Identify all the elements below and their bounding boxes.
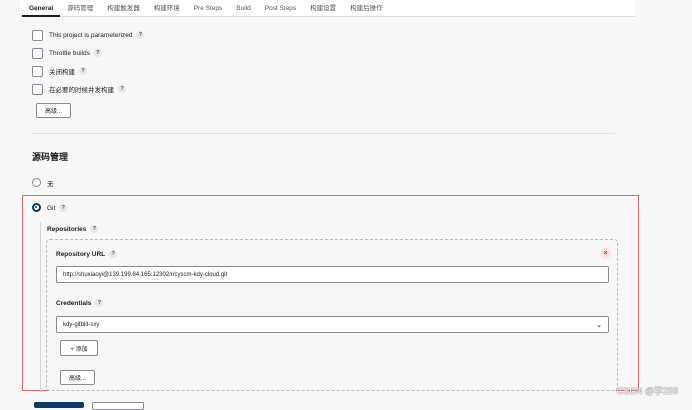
parameterized-checkbox[interactable]	[32, 29, 43, 41]
credentials-heading: Credentials ?	[56, 298, 104, 308]
option-label: Throttle builds	[49, 49, 90, 57]
tab-build-settings[interactable]: 构建设置	[303, 0, 343, 17]
general-advanced-button[interactable]: 高级...	[36, 103, 71, 118]
repositories-label: Repositories	[47, 225, 87, 233]
throttle-builds-checkbox[interactable]	[32, 47, 43, 59]
option-parameterized: This project is parameterized ?	[32, 29, 145, 41]
option-label: 关闭构建	[49, 69, 75, 76]
watermark: CSDN @学258	[616, 386, 678, 396]
apply-button[interactable]	[92, 402, 144, 410]
tab-post-steps[interactable]: Post Steps	[258, 0, 303, 17]
save-button[interactable]	[34, 402, 84, 408]
help-icon[interactable]: ?	[59, 204, 68, 212]
disable-build-checkbox[interactable]	[32, 65, 43, 77]
repository-url-input[interactable]: http://shuxiaoyi@139.199.84.165:12302/r/…	[56, 266, 609, 283]
scm-none-label: 无	[47, 181, 54, 188]
chevron-down-icon: ⌄	[596, 322, 602, 329]
concurrent-build-checkbox[interactable]	[32, 83, 43, 95]
config-tabs: General 源码管理 构建触发器 构建环境 Pre Steps Build …	[20, 0, 635, 17]
option-disable-build: 关闭构建 ?	[32, 65, 87, 77]
tab-source-code-management[interactable]: 源码管理	[60, 0, 100, 17]
help-icon[interactable]: ?	[93, 49, 102, 57]
help-icon[interactable]: ?	[79, 67, 87, 75]
option-label: 在必要的时候并发构建	[49, 87, 114, 94]
option-label: This project is parameterized	[49, 31, 133, 39]
tab-build[interactable]: Build	[229, 0, 257, 17]
help-icon[interactable]: ?	[118, 85, 126, 93]
tab-general[interactable]: General	[22, 0, 61, 17]
divider	[32, 133, 615, 134]
option-throttle-builds: Throttle builds ?	[32, 47, 102, 59]
credentials-label: Credentials	[56, 299, 92, 307]
repository-url-heading: Repository URL ?	[56, 249, 118, 259]
scm-git-radio[interactable]	[32, 203, 41, 212]
tab-post-build-actions[interactable]: 构建后操作	[343, 0, 390, 17]
tab-build-environment[interactable]: 构建环境	[147, 0, 187, 17]
repository-advanced-button[interactable]: 高级...	[60, 370, 95, 385]
scm-git-option: Git ?	[47, 203, 68, 213]
help-icon[interactable]: ?	[95, 299, 104, 307]
option-concurrent-build: 在必要的时候并发构建 ?	[32, 83, 126, 95]
credentials-select[interactable]: kdy-gitblit-sxy ⌄	[56, 316, 609, 333]
tab-build-triggers[interactable]: 构建触发器	[100, 0, 147, 17]
delete-repository-button[interactable]: ×	[600, 248, 611, 259]
help-icon[interactable]: ?	[109, 250, 118, 258]
help-icon[interactable]: ?	[136, 31, 145, 39]
repository-url-label: Repository URL	[56, 250, 106, 258]
repository-entry: Repository URL ? × http://shuxiaoyi@139.…	[46, 239, 618, 391]
scm-none-radio[interactable]	[32, 178, 41, 187]
help-icon[interactable]: ?	[90, 225, 99, 233]
repositories-heading: Repositories ?	[47, 224, 99, 234]
scm-git-label: Git	[47, 204, 56, 212]
indent-line	[40, 222, 41, 392]
scm-section-title: 源码管理	[32, 152, 69, 162]
add-credentials-button[interactable]: + 添加	[60, 340, 98, 356]
credentials-value: kdy-gitblit-sxy	[63, 321, 100, 328]
tab-pre-steps[interactable]: Pre Steps	[187, 0, 230, 17]
